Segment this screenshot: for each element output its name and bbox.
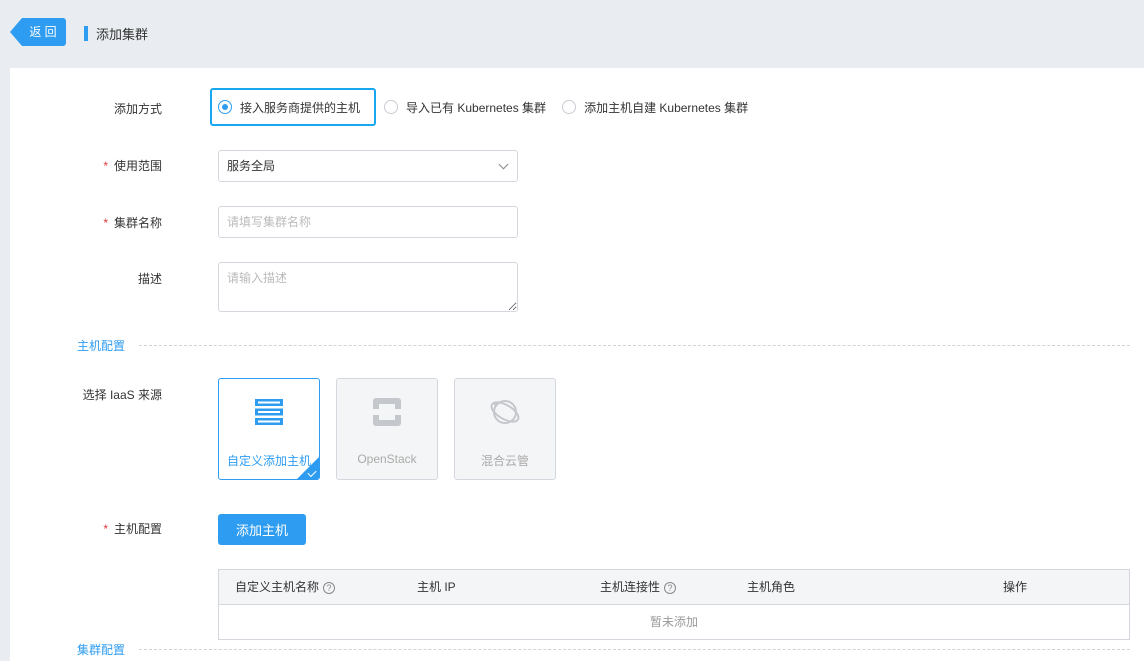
help-icon[interactable]: ? xyxy=(323,581,336,594)
host-config-section-header: 主机配置 xyxy=(77,337,1130,354)
host-table: 自定义主机名称 ? 主机 IP 主机连接性 ? 主机角色 操作 暂未添加 xyxy=(218,569,1130,640)
section-divider xyxy=(139,345,1130,346)
method-option-import-k8s[interactable]: 导入已有 Kubernetes 集群 xyxy=(376,88,554,126)
method-label: 添加方式 xyxy=(113,102,162,116)
table-header-row: 自定义主机名称 ? 主机 IP 主机连接性 ? 主机角色 操作 xyxy=(219,570,1129,605)
iaas-option-openstack[interactable]: OpenStack xyxy=(336,378,438,480)
help-icon[interactable]: ? xyxy=(664,581,677,594)
radio-checked-icon xyxy=(218,100,232,114)
page-title-wrap: 添加集群 xyxy=(84,24,148,42)
desc-label: 描述 xyxy=(137,272,162,286)
column-header-actions: 操作 xyxy=(1003,580,1028,594)
iaas-option-custom[interactable]: 自定义添加主机 xyxy=(218,378,320,480)
scope-select-value: 服务全局 xyxy=(227,159,276,173)
required-mark: * xyxy=(103,216,108,230)
iaas-option-hybrid-cloud[interactable]: 混合云管 xyxy=(454,378,556,480)
name-label: * 集群名称 xyxy=(103,216,162,230)
required-mark: * xyxy=(103,522,108,536)
table-empty-text: 暂未添加 xyxy=(649,615,698,629)
method-option-provider-hosts[interactable]: 接入服务商提供的主机 xyxy=(210,88,377,126)
section-divider xyxy=(139,649,1130,650)
server-icon xyxy=(255,399,283,425)
iaas-label: 选择 IaaS 来源 xyxy=(82,388,162,402)
selected-corner xyxy=(297,457,319,479)
description-textarea[interactable] xyxy=(218,262,518,312)
iaas-option-label: OpenStack xyxy=(357,452,417,466)
column-header-custom-host-name: 自定义主机名称 ? xyxy=(235,570,336,605)
scope-select[interactable]: 服务全局 xyxy=(218,150,518,182)
add-host-button[interactable]: 添加主机 xyxy=(218,514,306,545)
chevron-down-icon xyxy=(498,159,509,170)
title-accent-bar xyxy=(84,25,88,41)
radio-unchecked-icon xyxy=(562,100,577,114)
page-title: 添加集群 xyxy=(96,26,149,42)
column-header-host-connectivity: 主机连接性 ? xyxy=(600,570,677,605)
host-config-label: * 主机配置 xyxy=(103,522,162,536)
iaas-option-label: 混合云管 xyxy=(480,454,529,468)
host-config-section-title: 主机配置 xyxy=(77,339,126,353)
cluster-name-input[interactable] xyxy=(218,206,518,238)
method-radio-group: 接入服务商提供的主机 导入已有 Kubernetes 集群 添加主机自建 Kub… xyxy=(210,88,756,126)
top-bar: 返 回 添加集群 xyxy=(0,0,1144,68)
column-header-host-ip: 主机 IP xyxy=(417,580,456,594)
method-option-self-build-k8s[interactable]: 添加主机自建 Kubernetes 集群 xyxy=(554,88,756,126)
column-header-host-role: 主机角色 xyxy=(747,580,796,594)
cluster-config-section-header: 集群配置 xyxy=(77,641,1130,658)
form-panel: 添加方式 接入服务商提供的主机 导入已有 Kubernetes 集群 添加主机自… xyxy=(10,68,1144,661)
required-mark: * xyxy=(103,159,108,173)
back-button[interactable]: 返 回 xyxy=(10,18,66,46)
radio-unchecked-icon xyxy=(384,100,399,114)
openstack-icon xyxy=(373,398,401,426)
cluster-config-section-title: 集群配置 xyxy=(77,643,126,657)
scope-label: * 使用范围 xyxy=(103,159,162,173)
hybrid-cloud-icon xyxy=(490,400,520,424)
